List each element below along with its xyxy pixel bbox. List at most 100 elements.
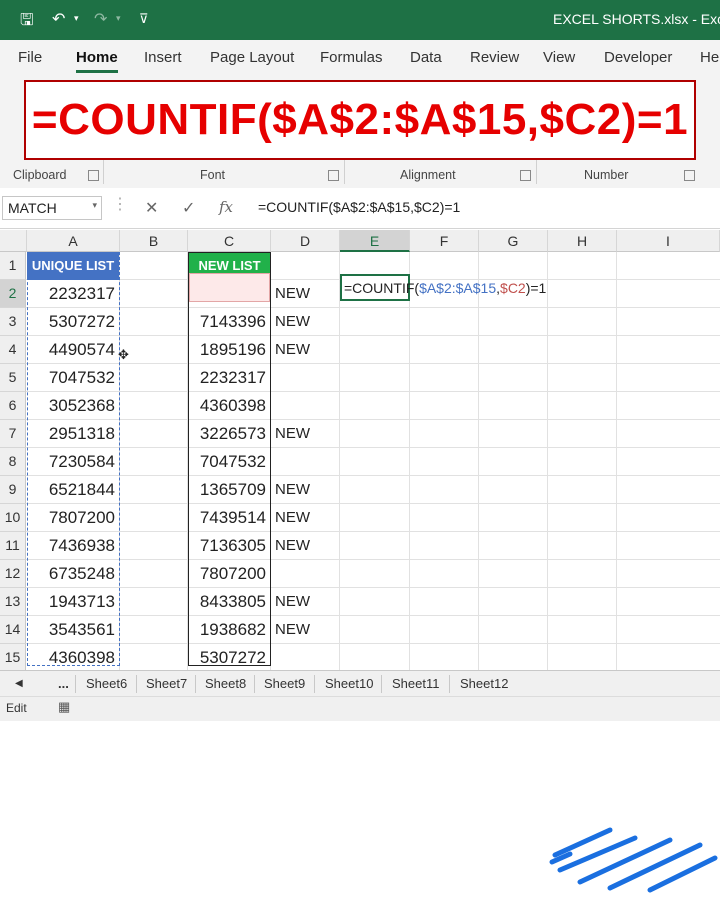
cell-a5[interactable]: 7047532	[27, 364, 119, 392]
cell-a4[interactable]: 4490574	[27, 336, 119, 364]
cell-c12[interactable]: 7807200	[189, 560, 270, 588]
name-box[interactable]: MATCH ▾	[2, 196, 102, 220]
redo-icon[interactable]: ↷	[94, 9, 107, 29]
cell-c5[interactable]: 2232317	[189, 364, 270, 392]
row-header-5[interactable]: 5	[0, 364, 26, 392]
row-header-9[interactable]: 9	[0, 476, 26, 504]
cell-c4[interactable]: 1895196	[189, 336, 270, 364]
tab-developer[interactable]: Developer	[604, 49, 672, 66]
chevron-down-icon[interactable]: ▾	[92, 200, 97, 211]
sheet-tab-sheet10[interactable]: Sheet10	[325, 676, 373, 691]
sheet-tab-sheet9[interactable]: Sheet9	[264, 676, 305, 691]
cell-a3[interactable]: 5307272	[27, 308, 119, 336]
cell-a13[interactable]: 1943713	[27, 588, 119, 616]
row-header-4[interactable]: 4	[0, 336, 26, 364]
cell-c10[interactable]: 7439514	[189, 504, 270, 532]
cell-c9[interactable]: 1365709	[189, 476, 270, 504]
tab-home[interactable]: Home	[76, 49, 118, 66]
cell-c7[interactable]: 3226573	[189, 420, 270, 448]
row-header-14[interactable]: 14	[0, 616, 26, 644]
tab-review[interactable]: Review	[470, 49, 519, 66]
cell-d10[interactable]: NEW	[271, 504, 340, 532]
tab-help[interactable]: He	[700, 49, 719, 66]
cell-c15[interactable]: 5307272	[189, 644, 270, 672]
cell-c14[interactable]: 1938682	[189, 616, 270, 644]
cell-c13[interactable]: 8433805	[189, 588, 270, 616]
cell-c3[interactable]: 7143396	[189, 308, 270, 336]
cell-a8[interactable]: 7230584	[27, 448, 119, 476]
tab-page-layout[interactable]: Page Layout	[210, 49, 294, 66]
cell-d2[interactable]: NEW	[271, 280, 340, 308]
more-sheets-button[interactable]: ...	[58, 676, 69, 691]
cell-d3[interactable]: NEW	[271, 308, 340, 336]
column-header-b[interactable]: B	[120, 230, 188, 252]
row-header-1[interactable]: 1	[0, 252, 26, 280]
cell-a11[interactable]: 7436938	[27, 532, 119, 560]
cell-a15[interactable]: 4360398	[27, 644, 119, 672]
alignment-launcher-icon[interactable]	[520, 170, 531, 181]
cell-a14[interactable]: 3543561	[27, 616, 119, 644]
cell-d11[interactable]: NEW	[271, 532, 340, 560]
save-icon[interactable]: 🖫	[20, 9, 34, 36]
tab-file[interactable]: File	[18, 49, 42, 66]
cell-d9[interactable]: NEW	[271, 476, 340, 504]
column-header-i[interactable]: I	[617, 230, 720, 252]
select-all-corner[interactable]	[0, 230, 27, 252]
row-header-8[interactable]: 8	[0, 448, 26, 476]
formula-input[interactable]: =COUNTIF($A$2:$A$15,$C2)=1	[258, 199, 460, 215]
tab-view[interactable]: View	[543, 49, 575, 66]
row-header-2[interactable]: 2	[0, 280, 26, 308]
enter-check-icon[interactable]: ✓	[182, 198, 195, 218]
column-header-d[interactable]: D	[271, 230, 340, 252]
column-header-e[interactable]: E	[340, 230, 410, 252]
sheet-tab-sheet11[interactable]: Sheet11	[392, 676, 439, 691]
sheet-tab-sheet12[interactable]: Sheet12	[460, 676, 508, 691]
cell-a7[interactable]: 2951318	[27, 420, 119, 448]
redo-dropdown-icon[interactable]: ▾	[116, 13, 121, 24]
row-header-12[interactable]: 12	[0, 560, 26, 588]
font-launcher-icon[interactable]	[328, 170, 339, 181]
tab-formulas[interactable]: Formulas	[320, 49, 383, 66]
row-header-6[interactable]: 6	[0, 392, 26, 420]
row-header-10[interactable]: 10	[0, 504, 26, 532]
cell-d7[interactable]: NEW	[271, 420, 340, 448]
row-header-11[interactable]: 11	[0, 532, 26, 560]
column-header-g[interactable]: G	[479, 230, 548, 252]
cell-a6[interactable]: 3052368	[27, 392, 119, 420]
cell-a9[interactable]: 6521844	[27, 476, 119, 504]
cell-a2[interactable]: 2232317	[27, 280, 119, 308]
scroll-left-icon[interactable]: ◀	[15, 678, 23, 689]
number-launcher-icon[interactable]	[684, 170, 695, 181]
row-header-7[interactable]: 7	[0, 420, 26, 448]
customize-qat-icon[interactable]: ⊽	[139, 11, 149, 27]
column-header-a[interactable]: A	[27, 230, 120, 252]
cell-c6[interactable]: 4360398	[189, 392, 270, 420]
insert-function-icon[interactable]: fx	[219, 198, 233, 216]
drag-handle-icon[interactable]: ⋮	[112, 194, 128, 214]
row-header-3[interactable]: 3	[0, 308, 26, 336]
column-header-f[interactable]: F	[410, 230, 479, 252]
accessibility-icon[interactable]: ▦	[58, 699, 70, 715]
sheet-tab-sheet7[interactable]: Sheet7	[146, 676, 187, 691]
column-header-h[interactable]: H	[548, 230, 617, 252]
cell-d4[interactable]: NEW	[271, 336, 340, 364]
row-header-15[interactable]: 15	[0, 644, 26, 672]
cell-a10[interactable]: 7807200	[27, 504, 119, 532]
cell-a1-unique-list-header[interactable]: UNIQUE LIST	[27, 252, 119, 280]
cell-edit-text[interactable]: =COUNTIF($A$2:$A$15,$C2)=1	[344, 274, 546, 302]
sheet-tab-sheet6[interactable]: Sheet6	[86, 676, 127, 691]
undo-dropdown-icon[interactable]: ▾	[74, 13, 79, 24]
sheet-tab-sheet8[interactable]: Sheet8	[205, 676, 246, 691]
cell-d13[interactable]: NEW	[271, 588, 340, 616]
cell-c11[interactable]: 7136305	[189, 532, 270, 560]
cell-c8[interactable]: 7047532	[189, 448, 270, 476]
column-header-c[interactable]: C	[188, 230, 271, 252]
undo-icon[interactable]: ↶	[52, 9, 65, 29]
clipboard-launcher-icon[interactable]	[88, 170, 99, 181]
cell-a12[interactable]: 6735248	[27, 560, 119, 588]
tab-data[interactable]: Data	[410, 49, 442, 66]
cancel-icon[interactable]: ✕	[145, 198, 158, 218]
row-header-13[interactable]: 13	[0, 588, 26, 616]
tab-insert[interactable]: Insert	[144, 49, 182, 66]
cell-d14[interactable]: NEW	[271, 616, 340, 644]
